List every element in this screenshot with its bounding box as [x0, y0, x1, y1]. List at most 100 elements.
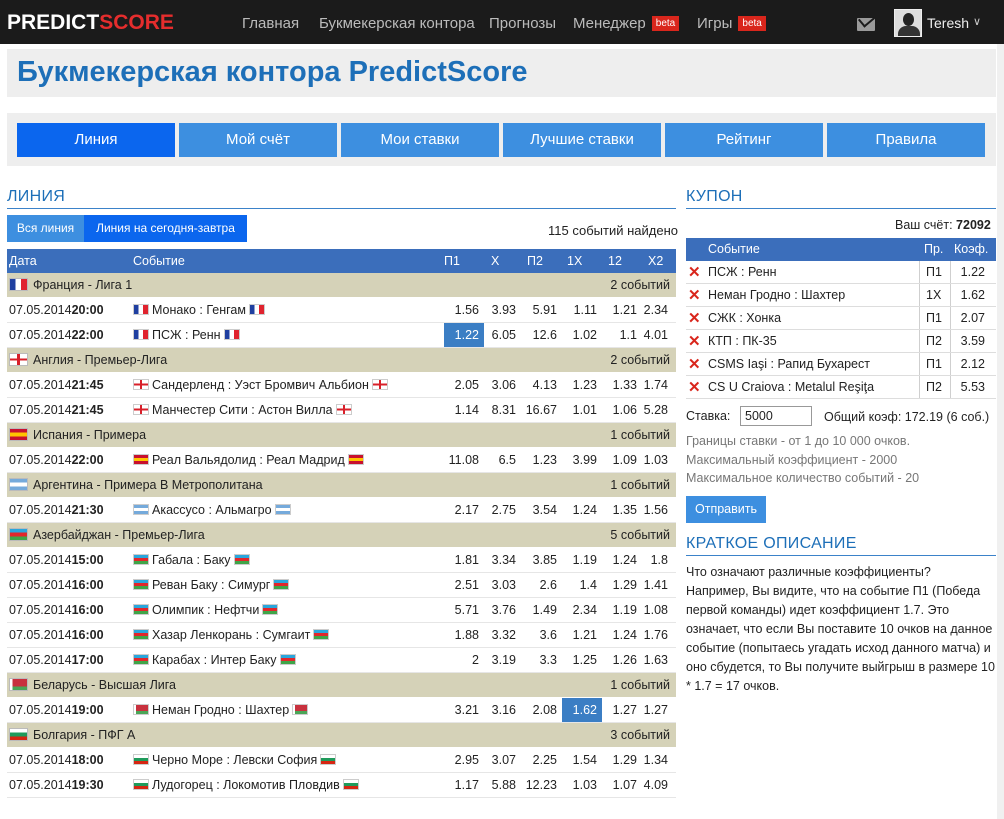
odds-cell[interactable]: 2.95	[444, 748, 484, 772]
odds-cell[interactable]: 2.34	[562, 598, 602, 622]
odds-cell[interactable]: 1.07	[602, 773, 642, 797]
odds-cell[interactable]: 1.03	[642, 448, 673, 472]
odds-cell[interactable]: 5.28	[642, 398, 673, 422]
all-line-button[interactable]: Вся линия	[7, 215, 84, 242]
tab-my-bets[interactable]: Мои ставки	[341, 123, 499, 157]
odds-cell[interactable]: 1.4	[562, 573, 602, 597]
odds-cell[interactable]: 3.03	[484, 573, 521, 597]
odds-cell[interactable]: 2.05	[444, 373, 484, 397]
odds-cell[interactable]: 1.09	[602, 448, 642, 472]
nav-predictions[interactable]: Прогнозы	[489, 15, 556, 32]
odds-cell[interactable]: 6.05	[484, 323, 521, 347]
odds-cell[interactable]: 5.91	[521, 298, 562, 322]
odds-cell[interactable]: 1.27	[642, 698, 673, 722]
tab-rating[interactable]: Рейтинг	[665, 123, 823, 157]
league-row[interactable]: Франция - Лига 1 2 событий	[7, 273, 676, 298]
odds-cell[interactable]: 1.21	[602, 298, 642, 322]
odds-cell[interactable]: 11.08	[444, 448, 484, 472]
odds-cell[interactable]: 6.5	[484, 448, 521, 472]
odds-cell[interactable]: 1.06	[602, 398, 642, 422]
odds-cell[interactable]: 2.17	[444, 498, 484, 522]
odds-cell[interactable]: 3.16	[484, 698, 521, 722]
odds-cell[interactable]: 3.54	[521, 498, 562, 522]
odds-cell[interactable]: 1.14	[444, 398, 484, 422]
odds-cell[interactable]: 1.17	[444, 773, 484, 797]
nav-bookmaker[interactable]: Букмекерская контора	[319, 15, 475, 32]
odds-cell[interactable]: 1.49	[521, 598, 562, 622]
tab-rules[interactable]: Правила	[827, 123, 985, 157]
odds-cell[interactable]: 3.07	[484, 748, 521, 772]
username[interactable]: Teresh	[927, 15, 969, 31]
scrollbar[interactable]	[997, 44, 1004, 819]
odds-cell[interactable]: 3.19	[484, 648, 521, 672]
odds-cell[interactable]: 3.76	[484, 598, 521, 622]
odds-cell[interactable]: 1.23	[562, 373, 602, 397]
odds-cell[interactable]: 3.85	[521, 548, 562, 572]
odds-cell[interactable]: 1.54	[562, 748, 602, 772]
remove-icon[interactable]	[688, 335, 701, 348]
odds-cell[interactable]: 2.25	[521, 748, 562, 772]
odds-cell[interactable]: 1.63	[642, 648, 673, 672]
odds-cell[interactable]: 2.34	[642, 298, 673, 322]
col-date[interactable]: Дата	[9, 249, 37, 273]
odds-cell[interactable]: 1.03	[562, 773, 602, 797]
odds-cell[interactable]: 3.34	[484, 548, 521, 572]
odds-cell[interactable]: 3.3	[521, 648, 562, 672]
odds-cell[interactable]: 2.6	[521, 573, 562, 597]
odds-cell[interactable]: 12.23	[521, 773, 562, 797]
odds-cell[interactable]: 2	[444, 648, 484, 672]
col-p1[interactable]: П1	[444, 249, 460, 273]
odds-cell[interactable]: 5.71	[444, 598, 484, 622]
odds-cell[interactable]: 1.02	[562, 323, 602, 347]
odds-cell[interactable]: 1.01	[562, 398, 602, 422]
remove-icon[interactable]	[688, 289, 701, 302]
odds-cell[interactable]: 3.06	[484, 373, 521, 397]
stake-input[interactable]: 5000	[740, 406, 812, 426]
col-x[interactable]: X	[491, 249, 499, 273]
odds-cell[interactable]: 1.81	[444, 548, 484, 572]
odds-cell[interactable]: 1.24	[562, 498, 602, 522]
odds-cell[interactable]: 1.24	[602, 623, 642, 647]
tab-line[interactable]: Линия	[17, 123, 175, 157]
odds-cell[interactable]: 1.88	[444, 623, 484, 647]
odds-cell[interactable]: 1.25	[562, 648, 602, 672]
remove-icon[interactable]	[688, 266, 701, 279]
odds-cell[interactable]: 3.93	[484, 298, 521, 322]
odds-cell[interactable]: 8.31	[484, 398, 521, 422]
league-row[interactable]: Болгария - ПФГ А 3 событий	[7, 723, 676, 748]
nav-home[interactable]: Главная	[242, 15, 299, 32]
odds-cell[interactable]: 1.41	[642, 573, 673, 597]
odds-cell[interactable]: 12.6	[521, 323, 562, 347]
odds-cell[interactable]: 1.35	[602, 498, 642, 522]
league-row[interactable]: Азербайджан - Премьер-Лига 5 событий	[7, 523, 676, 548]
odds-cell[interactable]: 1.22	[444, 323, 484, 347]
remove-icon[interactable]	[688, 312, 701, 325]
odds-cell[interactable]: 1.29	[602, 748, 642, 772]
odds-cell[interactable]: 1.26	[602, 648, 642, 672]
col-x2[interactable]: X2	[648, 249, 663, 273]
league-row[interactable]: Англия - Премьер-Лига 2 событий	[7, 348, 676, 373]
today-tomorrow-button[interactable]: Линия на сегодня-завтра	[84, 215, 247, 242]
league-row[interactable]: Испания - Примера 1 событий	[7, 423, 676, 448]
odds-cell[interactable]: 5.88	[484, 773, 521, 797]
odds-cell[interactable]: 2.08	[521, 698, 562, 722]
col-p2[interactable]: П2	[527, 249, 543, 273]
odds-cell[interactable]: 4.13	[521, 373, 562, 397]
odds-cell[interactable]: 1.76	[642, 623, 673, 647]
odds-cell[interactable]: 1.56	[444, 298, 484, 322]
odds-cell[interactable]: 4.01	[642, 323, 673, 347]
odds-cell[interactable]: 1.74	[642, 373, 673, 397]
odds-cell[interactable]: 1.29	[602, 573, 642, 597]
odds-cell[interactable]: 16.67	[521, 398, 562, 422]
mail-icon[interactable]	[857, 18, 875, 31]
odds-cell[interactable]: 2.75	[484, 498, 521, 522]
odds-cell[interactable]: 1.08	[642, 598, 673, 622]
odds-cell[interactable]: 1.1	[602, 323, 642, 347]
odds-cell[interactable]: 1.19	[602, 598, 642, 622]
odds-cell[interactable]: 1.33	[602, 373, 642, 397]
col-event[interactable]: Событие	[133, 249, 185, 273]
odds-cell[interactable]: 3.32	[484, 623, 521, 647]
odds-cell[interactable]: 4.09	[642, 773, 673, 797]
send-button[interactable]: Отправить	[686, 496, 766, 523]
odds-cell[interactable]: 1.27	[602, 698, 642, 722]
